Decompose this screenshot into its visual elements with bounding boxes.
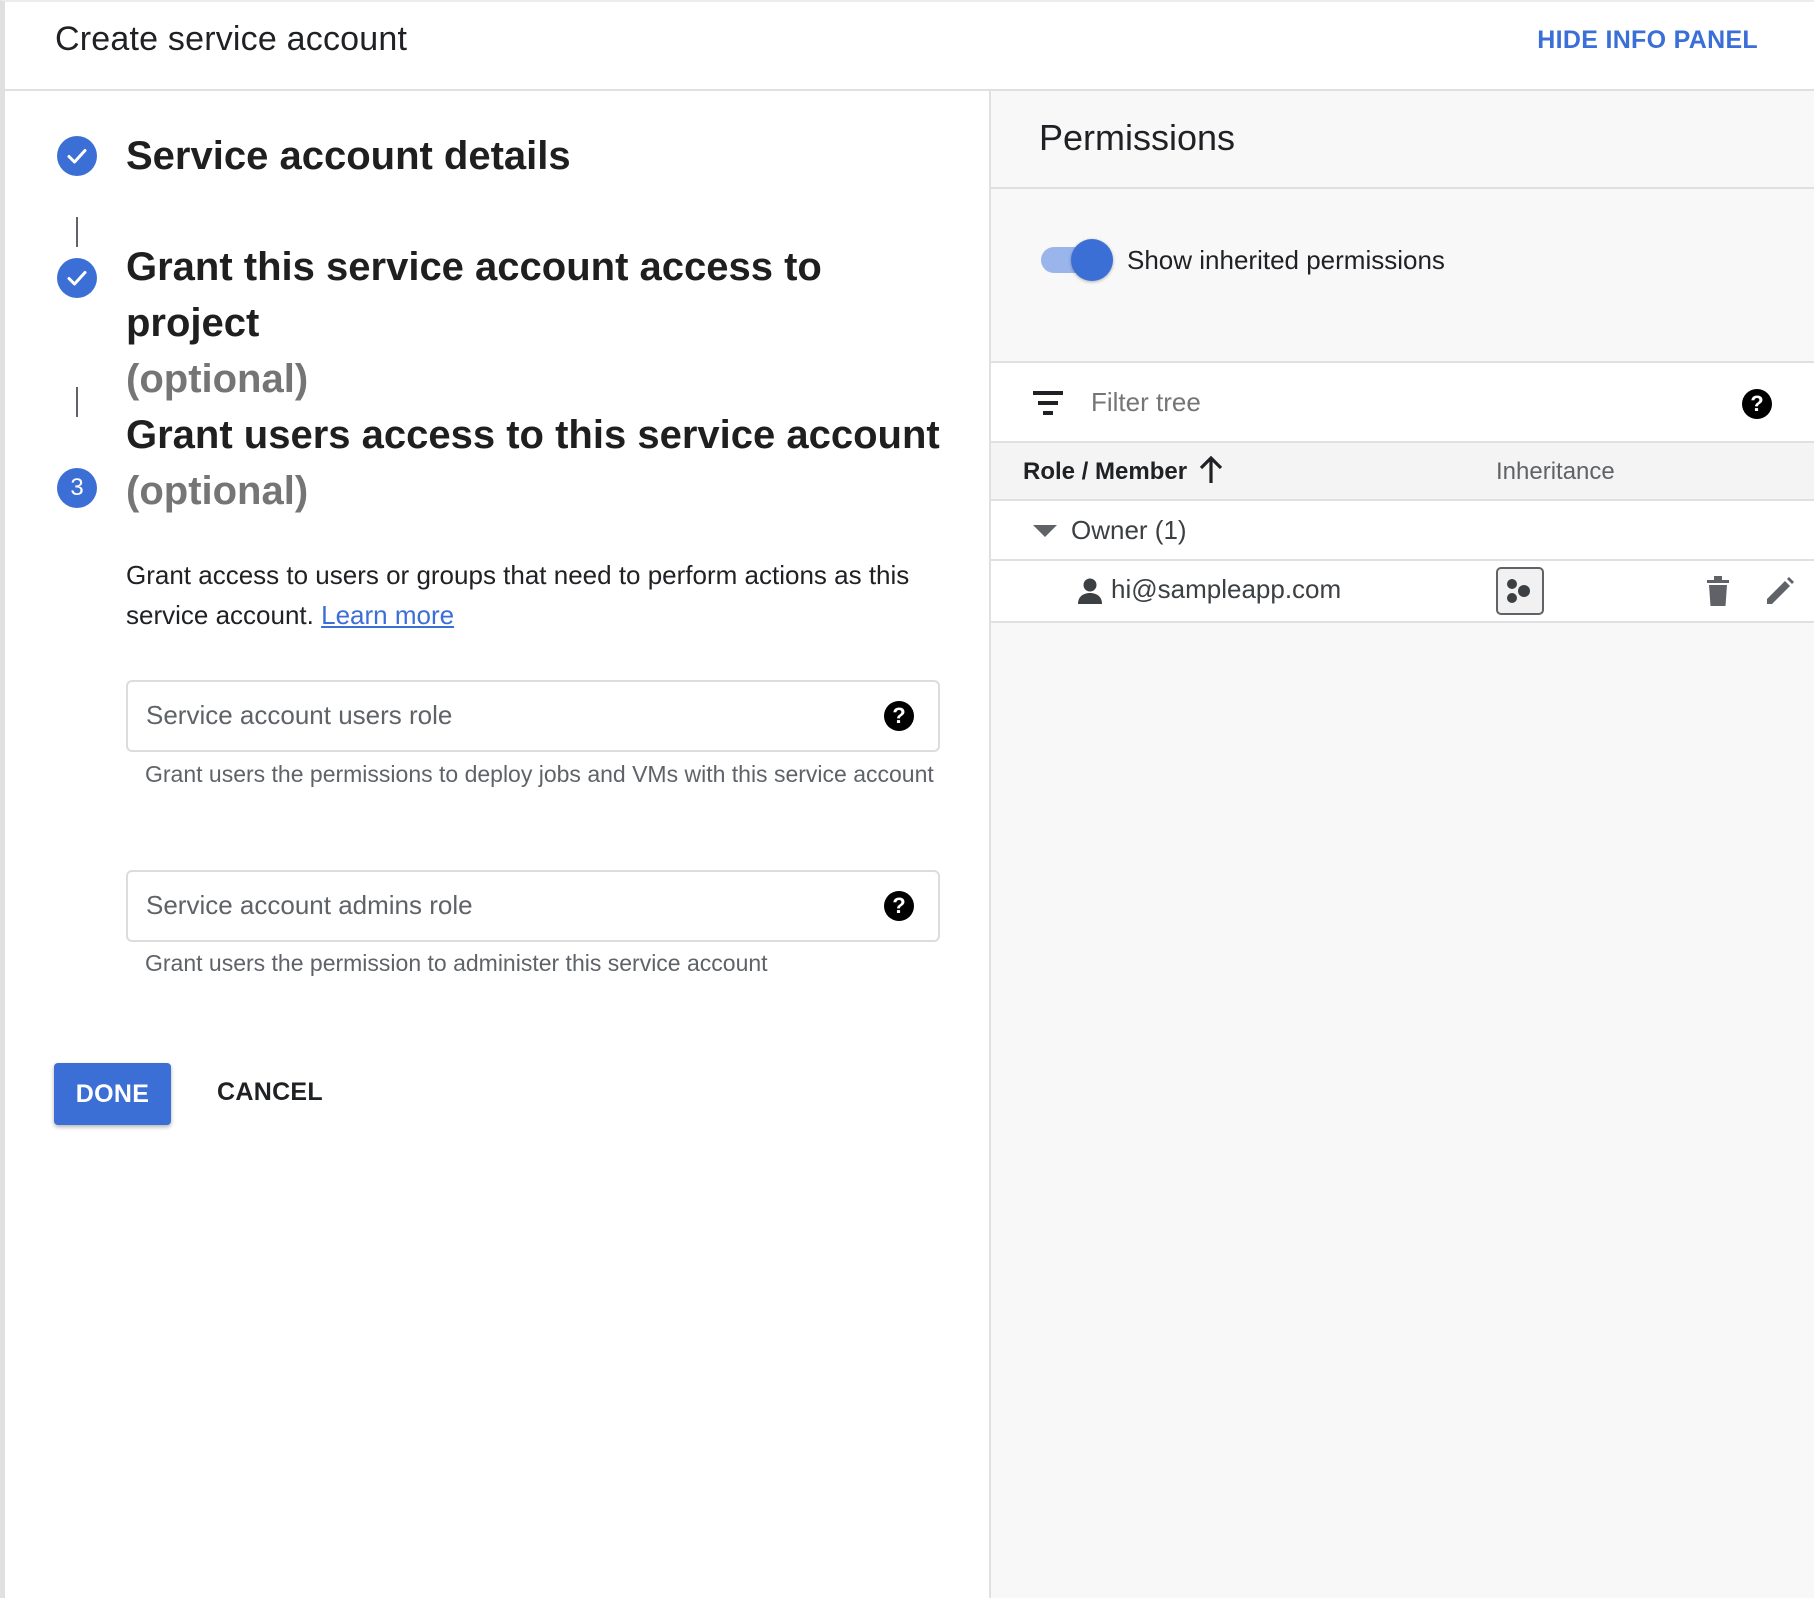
- hide-info-panel-button[interactable]: HIDE INFO PANEL: [1537, 26, 1758, 55]
- stepper-panel: Service account details Grant this servi…: [5, 91, 989, 1598]
- page-header: Create service account HIDE INFO PANEL: [5, 2, 1814, 91]
- done-button[interactable]: DONE: [54, 1063, 171, 1125]
- step-2-title[interactable]: Grant this service account access to pro…: [126, 239, 956, 407]
- help-icon[interactable]: ?: [884, 891, 914, 921]
- member-row: hi@sampleapp.com: [991, 561, 1814, 623]
- step-connector: [76, 217, 78, 247]
- admins-role-placeholder: Service account admins role: [146, 890, 473, 920]
- info-panel-title: Permissions: [1039, 117, 1236, 158]
- sort-ascending-icon[interactable]: [1198, 455, 1224, 485]
- help-icon[interactable]: ?: [1742, 389, 1772, 419]
- service-account-users-role-field[interactable]: Service account users role ?: [126, 680, 940, 752]
- step-3-title: Grant users access to this service accou…: [126, 407, 956, 519]
- expand-caret-icon[interactable]: [1033, 525, 1057, 537]
- filter-icon[interactable]: [1033, 391, 1063, 415]
- filter-tree-input[interactable]: Filter tree: [1091, 387, 1201, 418]
- delete-icon[interactable]: [1705, 575, 1731, 607]
- edit-pencil-icon[interactable]: [1763, 575, 1795, 607]
- step-3-description: Grant access to users or groups that nee…: [126, 555, 946, 635]
- users-role-hint: Grant users the permissions to deploy jo…: [145, 761, 934, 787]
- description-text: Grant access to users or groups that nee…: [126, 560, 910, 630]
- step-1-title-text: Service account details: [126, 134, 571, 178]
- learn-more-link[interactable]: Learn more: [321, 600, 454, 630]
- step-1-title[interactable]: Service account details: [126, 128, 571, 184]
- filter-tree-bar[interactable]: Filter tree ?: [991, 361, 1814, 443]
- step-2-check-icon: [57, 258, 97, 298]
- member-email: hi@sampleapp.com: [1111, 574, 1342, 604]
- step-2-title-text: Grant this service account access to pro…: [126, 245, 822, 345]
- step-3-number-icon: 3: [57, 468, 97, 508]
- step-connector: [76, 387, 78, 417]
- show-inherited-toggle[interactable]: [1039, 238, 1113, 282]
- role-group-row[interactable]: Owner (1): [991, 501, 1814, 561]
- step-3-optional: (optional): [126, 469, 309, 513]
- info-panel: Permissions Show inherited permissions F…: [989, 91, 1814, 1598]
- cancel-button[interactable]: CANCEL: [217, 1078, 323, 1107]
- step-1-check-icon: [57, 136, 97, 176]
- admins-role-hint: Grant users the permission to administer…: [145, 950, 768, 976]
- service-account-admins-role-field[interactable]: Service account admins role ?: [126, 870, 940, 942]
- toggle-knob: [1071, 239, 1113, 281]
- users-role-placeholder: Service account users role: [146, 700, 453, 730]
- step-2-optional: (optional): [126, 357, 309, 401]
- person-icon: [1078, 578, 1102, 604]
- step-3-title-text: Grant users access to this service accou…: [126, 413, 940, 457]
- page-title: Create service account: [55, 20, 408, 58]
- show-inherited-label: Show inherited permissions: [1127, 245, 1445, 275]
- column-role-member[interactable]: Role / Member: [1023, 458, 1187, 486]
- help-icon[interactable]: ?: [884, 701, 914, 731]
- column-inheritance: Inheritance: [1496, 458, 1615, 485]
- role-group-label: Owner (1): [1071, 515, 1187, 545]
- permissions-table-header: Role / Member Inheritance: [991, 443, 1814, 501]
- divider: [991, 187, 1814, 189]
- inheritance-icon[interactable]: [1496, 567, 1544, 615]
